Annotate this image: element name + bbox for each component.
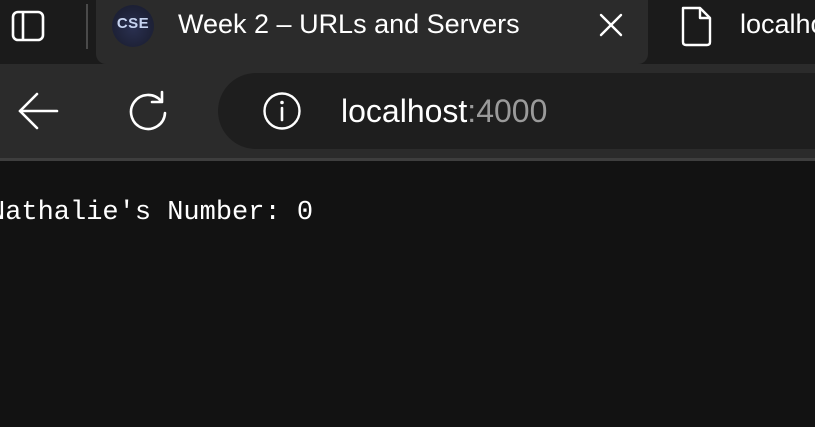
tab-localhost[interactable]: localhost: [664, 0, 815, 64]
tab-separator: [86, 4, 88, 49]
file-icon: [681, 6, 712, 47]
tab-week2[interactable]: CSE Week 2 – URLs and Servers: [96, 0, 648, 64]
url-port: :4000: [467, 93, 548, 129]
page-text: Nathalie's Number: 0: [0, 198, 314, 228]
refresh-icon: [129, 90, 167, 131]
tab-actions-icon: [11, 10, 45, 42]
toolbar: localhost:4000: [0, 64, 815, 158]
url-text[interactable]: localhost:4000: [341, 91, 547, 131]
address-bar[interactable]: localhost:4000: [218, 73, 815, 149]
tab-actions-button[interactable]: [6, 6, 50, 46]
page-content: Nathalie's Number: 0: [0, 161, 815, 427]
close-icon: [599, 13, 623, 37]
refresh-button[interactable]: [124, 84, 172, 138]
tab-close-button[interactable]: [596, 10, 626, 40]
tab-title: localhost: [740, 9, 815, 39]
browser-window: CSE Week 2 – URLs and Servers localhost: [0, 0, 815, 427]
back-arrow-icon: [18, 92, 59, 130]
site-info-button[interactable]: [262, 91, 302, 131]
tab-title: Week 2 – URLs and Servers: [178, 9, 520, 39]
info-icon: [263, 92, 301, 130]
favicon-text: CSE: [116, 14, 150, 32]
back-button[interactable]: [14, 84, 62, 138]
url-host: localhost: [341, 93, 468, 129]
cse-favicon: CSE: [112, 5, 154, 47]
tab-strip: CSE Week 2 – URLs and Servers localhost: [0, 0, 815, 64]
